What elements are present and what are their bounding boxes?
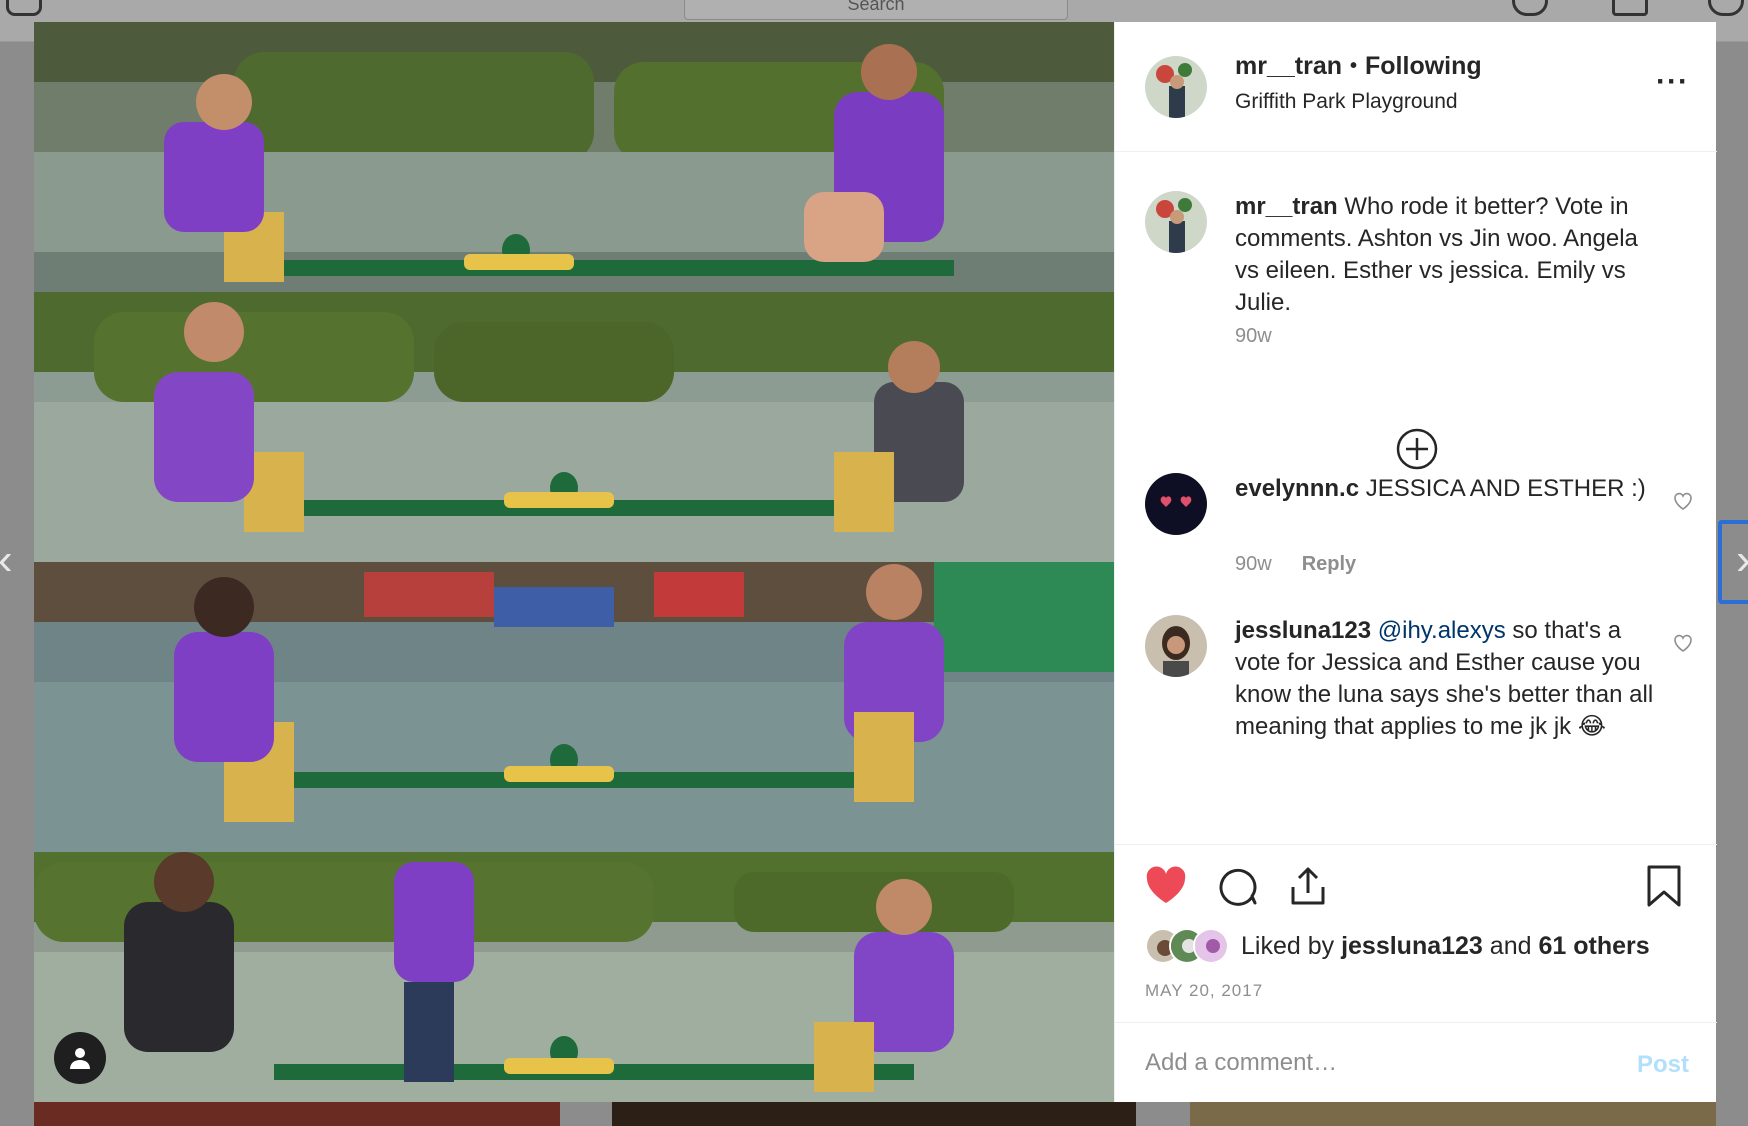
post-author: mr__tran • Following	[1235, 52, 1482, 81]
avatar[interactable]	[1145, 191, 1207, 253]
comment-body: JESSICA AND ESTHER :)	[1365, 475, 1646, 502]
following-button[interactable]: Following	[1365, 52, 1482, 81]
location-link[interactable]: Griffith Park Playground	[1235, 90, 1458, 114]
likes-summary: Liked by jessluna123 and 61 others	[1145, 927, 1650, 965]
caption-meta: 90w	[1235, 325, 1272, 348]
share-icon[interactable]	[1285, 863, 1331, 909]
post-sidebar: mr__tran • Following Griffith Park Playg…	[1114, 22, 1717, 1102]
plus-circle-icon[interactable]	[1395, 427, 1439, 471]
background-thumbnail[interactable]	[1190, 1102, 1716, 1126]
liked-by-label: Liked by	[1241, 931, 1335, 960]
tagged-users-button[interactable]	[54, 1032, 106, 1084]
more-horizontal-icon[interactable]: ···	[1656, 67, 1689, 97]
photo-strip-2	[34, 292, 1114, 562]
avatar[interactable]	[1145, 473, 1207, 535]
liked-by-joiner: and	[1489, 931, 1532, 960]
instagram-logo-icon[interactable]	[6, 0, 42, 16]
separator-dot: •	[1350, 55, 1358, 77]
post-header: mr__tran • Following Griffith Park Playg…	[1115, 22, 1717, 152]
caption-username[interactable]: mr__tran	[1235, 193, 1338, 220]
post-comment-button[interactable]: Post	[1637, 1051, 1689, 1079]
like-comment-heart-icon[interactable]	[1671, 489, 1695, 513]
avatar[interactable]	[1145, 56, 1207, 118]
explore-icon[interactable]	[1512, 0, 1548, 16]
liker-username[interactable]: jessluna123	[1341, 932, 1483, 960]
bookmark-icon[interactable]	[1641, 863, 1687, 909]
mention-link[interactable]: @ihy.alexys	[1378, 617, 1506, 644]
like-comment-heart-icon[interactable]	[1671, 631, 1695, 655]
timestamp[interactable]: 90w	[1235, 553, 1272, 576]
background-thumbnail[interactable]	[34, 1102, 560, 1126]
comments-list: mr__tran Who rode it better? Vote in com…	[1115, 153, 1717, 843]
post-modal: mr__tran • Following Griffith Park Playg…	[34, 22, 1717, 1102]
post-photo[interactable]	[34, 22, 1114, 1102]
timestamp[interactable]: 90w	[1235, 325, 1272, 348]
background-thumbnail[interactable]	[612, 1102, 1136, 1126]
profile-icon[interactable]	[1708, 0, 1744, 16]
comment-username[interactable]: evelynnn.c	[1235, 475, 1359, 502]
username-link[interactable]: mr__tran	[1235, 52, 1342, 81]
avatar[interactable]	[1145, 615, 1207, 677]
reply-button[interactable]: Reply	[1302, 553, 1356, 576]
user-icon	[70, 1048, 90, 1069]
focus-outline	[1718, 520, 1748, 604]
post-actions: Liked by jessluna123 and 61 others MAY 2…	[1115, 844, 1717, 1022]
like-heart-icon[interactable]	[1143, 863, 1189, 909]
photo-strip-1	[34, 22, 1114, 292]
photo-strip-4	[34, 852, 1114, 1102]
comment-text: evelynnn.c JESSICA AND ESTHER :)	[1235, 473, 1655, 505]
comment-username[interactable]: jessluna123	[1235, 617, 1371, 644]
search-placeholder: Search	[847, 0, 905, 14]
likes-count[interactable]: 61 others	[1538, 932, 1649, 960]
comment-text: jessluna123 @ihy.alexys so that's a vote…	[1235, 615, 1655, 743]
add-comment-bar: Post	[1115, 1022, 1717, 1102]
liked-by-text: Liked by jessluna123 and 61 others	[1241, 932, 1650, 961]
comment-input[interactable]	[1145, 1041, 1585, 1085]
caption-text: mr__tran Who rode it better? Vote in com…	[1235, 191, 1655, 319]
post-date[interactable]: MAY 20, 2017	[1145, 981, 1263, 1001]
background-search-input[interactable]: Search	[684, 0, 1068, 20]
avatar	[1193, 928, 1229, 964]
comment-icon[interactable]	[1215, 863, 1261, 909]
photo-strip-3	[34, 562, 1114, 852]
chevron-left-icon[interactable]: ‹	[0, 538, 20, 582]
comment-meta: 90w Reply	[1235, 553, 1356, 576]
activity-heart-icon[interactable]	[1612, 0, 1648, 16]
